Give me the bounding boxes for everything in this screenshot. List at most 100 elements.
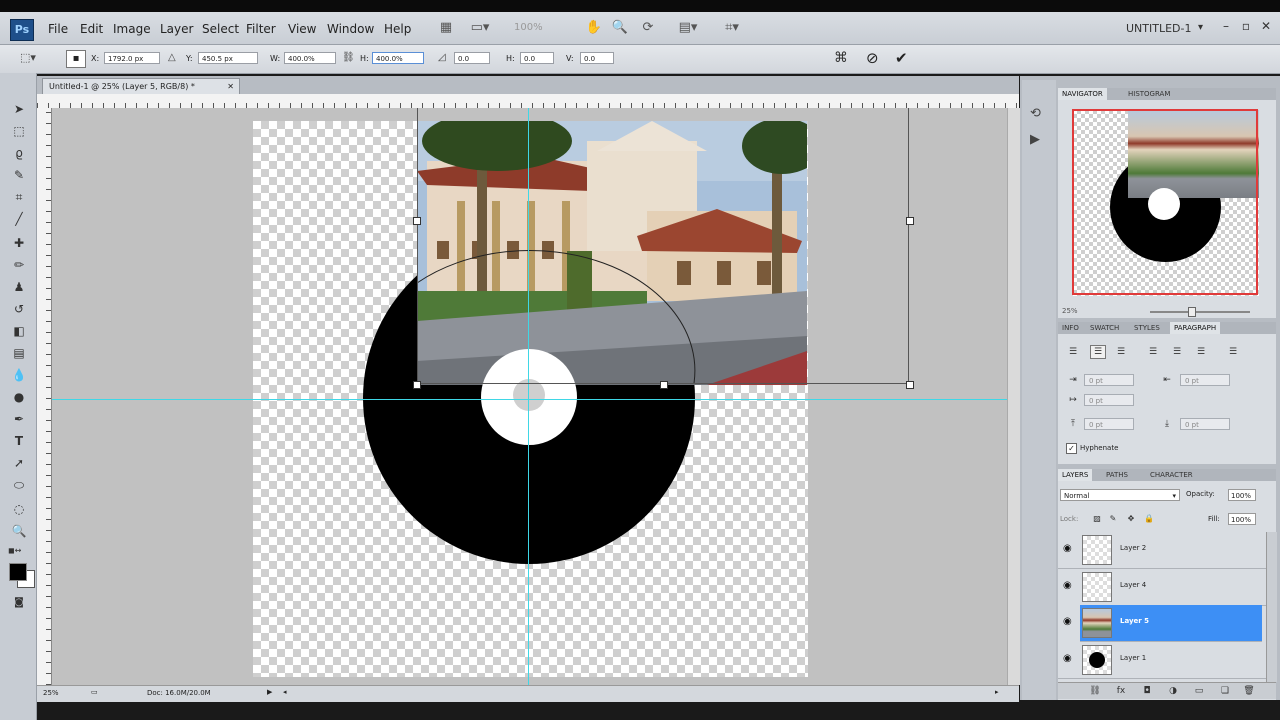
new-group-icon[interactable]: ▭ [1192, 685, 1206, 697]
tab-info[interactable]: INFO [1058, 322, 1083, 334]
lasso-tool-icon[interactable]: ϱ [8, 144, 30, 162]
blur-tool-icon[interactable]: 💧 [8, 366, 30, 384]
canvas-pasteboard[interactable] [52, 108, 1007, 685]
blend-mode-select[interactable]: Normal ▾ [1060, 489, 1180, 501]
shape-tool-icon[interactable]: ⬭ [8, 476, 30, 494]
workspace-switcher[interactable]: UNTITLED-1 [1126, 22, 1191, 35]
height-field[interactable]: 400.0% [372, 52, 424, 64]
move-tool-icon[interactable]: ➤ [8, 100, 30, 118]
type-tool-icon[interactable]: T [8, 432, 30, 450]
visibility-eye-icon[interactable]: ◉ [1063, 581, 1075, 591]
workspace-dropdown-icon[interactable]: ▾ [1198, 22, 1203, 33]
status-zoom[interactable]: 25% [43, 689, 59, 697]
eraser-tool-icon[interactable]: ◧ [8, 322, 30, 340]
bridge-icon[interactable]: ▦ [436, 20, 456, 36]
transform-handle-bottom-right[interactable] [906, 381, 914, 389]
menu-edit[interactable]: Edit [80, 22, 103, 36]
transform-handle-bottom[interactable] [660, 381, 668, 389]
align-right-icon[interactable]: ☰ [1114, 346, 1128, 358]
3d-rotate-tool-icon[interactable]: ◌ [8, 500, 30, 518]
menu-layer[interactable]: Layer [160, 22, 193, 36]
tab-navigator[interactable]: NAVIGATOR [1058, 88, 1107, 100]
warp-mode-icon[interactable]: ⌘ [834, 50, 848, 66]
layer-style-icon[interactable]: fx [1114, 685, 1128, 697]
path-select-tool-icon[interactable]: ➚ [8, 454, 30, 472]
healing-brush-tool-icon[interactable]: ✚ [8, 234, 30, 252]
tab-styles[interactable]: STYLES [1130, 322, 1164, 334]
menu-image[interactable]: Image [113, 22, 151, 36]
brush-tool-icon[interactable]: ✏ [8, 256, 30, 274]
visibility-eye-icon[interactable]: ◉ [1063, 654, 1075, 664]
relative-position-icon[interactable]: △ [168, 52, 176, 63]
zoom-tool-panel-icon[interactable]: 🔍 [8, 522, 30, 540]
navigator-zoom-field[interactable]: 25% [1062, 307, 1078, 315]
tab-swatch[interactable]: SWATCH [1086, 322, 1124, 334]
actions-panel-icon[interactable]: ▶ [1030, 132, 1040, 147]
visibility-eye-icon-layer-5[interactable]: ◉ [1063, 617, 1075, 627]
indent-left-field[interactable]: 0 pt [1084, 374, 1134, 386]
navigator-view-box[interactable] [1072, 109, 1258, 295]
screen-mode-icon-2[interactable]: ⌗▾ [722, 20, 742, 36]
fill-field[interactable]: 100% [1228, 513, 1256, 525]
link-layers-icon[interactable]: ⛓ [1088, 685, 1102, 697]
space-before-field[interactable]: 0 pt [1084, 418, 1134, 430]
space-after-field[interactable]: 0 pt [1180, 418, 1230, 430]
transform-handle-bottom-left[interactable] [413, 381, 421, 389]
quick-mask-icon[interactable]: ◙ [8, 594, 30, 612]
horizontal-guide[interactable] [52, 399, 1007, 400]
link-icon[interactable]: ⛓ [342, 52, 355, 63]
transform-handle-right[interactable] [906, 217, 914, 225]
transform-bounding-box[interactable] [417, 108, 909, 384]
y-position-field[interactable]: 450.5 px [198, 52, 258, 64]
crop-tool-icon[interactable]: ⌗ [8, 188, 30, 206]
lock-all-icon[interactable]: 🔒 [1142, 513, 1156, 525]
gradient-tool-icon[interactable]: ▤ [8, 344, 30, 362]
clone-stamp-tool-icon[interactable]: ♟ [8, 278, 30, 296]
visibility-eye-icon[interactable]: ◉ [1063, 544, 1075, 554]
menu-select[interactable]: Select [202, 22, 239, 36]
zoom-level-dropdown[interactable]: 100% [514, 22, 543, 33]
quick-select-tool-icon[interactable]: ✎ [8, 166, 30, 184]
menu-window[interactable]: Window [327, 22, 374, 36]
new-layer-icon[interactable]: ❏ [1218, 685, 1232, 697]
adjustment-layer-icon[interactable]: ◑ [1166, 685, 1180, 697]
align-left-icon[interactable]: ☰ [1066, 346, 1080, 358]
layer-mask-icon[interactable]: ◘ [1140, 685, 1154, 697]
transform-preset-icon[interactable]: ⬚▾ [20, 51, 36, 64]
history-panel-icon[interactable]: ⟲ [1030, 106, 1041, 121]
menu-help[interactable]: Help [384, 22, 411, 36]
reference-point-icon[interactable]: ▪ [66, 50, 86, 68]
layer-row-layer-1[interactable]: ◉ Layer 1 [1058, 642, 1268, 679]
horizontal-ruler[interactable] [37, 94, 1019, 109]
layer-row-layer-4[interactable]: ◉ Layer 4 [1058, 569, 1268, 606]
lock-transparency-icon[interactable]: ▨ [1090, 513, 1104, 525]
tab-paths[interactable]: PATHS [1102, 469, 1133, 481]
lock-position-icon[interactable]: ✥ [1124, 513, 1138, 525]
menu-view[interactable]: View [288, 22, 316, 36]
horizontal-skew-field[interactable]: 0.0 [520, 52, 554, 64]
justify-right-icon[interactable]: ☰ [1194, 346, 1208, 358]
eyedropper-tool-icon[interactable]: ╱ [8, 210, 30, 228]
tab-character[interactable]: CHARACTER [1146, 469, 1197, 481]
justify-all-icon[interactable]: ☰ [1226, 346, 1240, 358]
pen-tool-icon[interactable]: ✒ [8, 410, 30, 428]
transform-handle-left[interactable] [413, 217, 421, 225]
default-colors-icon[interactable]: ◼↔ [8, 546, 21, 555]
width-field[interactable]: 400.0% [284, 52, 336, 64]
status-arrow-icon[interactable]: ▶ [267, 688, 272, 696]
delete-layer-icon[interactable]: 🗑 [1242, 685, 1256, 697]
rotate-view-icon[interactable]: ⟳ [638, 20, 658, 36]
tab-paragraph[interactable]: PARAGRAPH [1170, 322, 1221, 334]
document-tab[interactable]: Untitled-1 @ 25% (Layer 5, RGB/8) * ✕ [42, 78, 240, 94]
hscroll-right-icon[interactable]: ▸ [995, 688, 999, 696]
layers-scrollbar[interactable] [1266, 532, 1277, 682]
menu-filter[interactable]: Filter [246, 22, 276, 36]
align-center-icon[interactable]: ☰ [1090, 345, 1106, 359]
hand-tool-icon[interactable]: ✋ [584, 20, 604, 36]
zoom-tool-icon[interactable]: 🔍 [610, 20, 630, 36]
layer-row-layer-2[interactable]: ◉ Layer 2 [1058, 532, 1268, 569]
commit-transform-icon[interactable]: ✔ [895, 49, 908, 67]
navigator-zoom-slider[interactable] [1150, 311, 1250, 313]
indent-first-line-field[interactable]: 0 pt [1084, 394, 1134, 406]
justify-left-icon[interactable]: ☰ [1146, 346, 1160, 358]
